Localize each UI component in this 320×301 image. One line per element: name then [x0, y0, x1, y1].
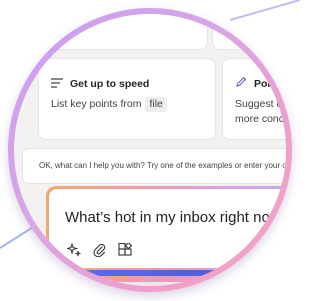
lens-bottom-edge [14, 282, 286, 286]
card-body-text: List key points from [51, 98, 142, 110]
card-title: Polish [254, 78, 286, 90]
hint-bar: OK, what can I help you with? Try one of… [22, 148, 286, 184]
suggestion-card-top-right[interactable] [212, 14, 286, 50]
magnifier-lens: Get up to speed List key points from file… [14, 14, 286, 286]
card-body: List key points from file [51, 97, 167, 112]
suggestion-card-get-up-to-speed[interactable]: Get up to speed List key points from file [38, 58, 216, 140]
card-body-line-2: more concise [235, 113, 286, 125]
composer-input[interactable]: What’s hot in my inbox right now? [49, 189, 286, 268]
file-chip[interactable]: file [145, 97, 167, 112]
apps-grid-icon[interactable] [118, 241, 133, 262]
card-body-line-1: Suggest edits [235, 98, 286, 110]
composer: What’s hot in my inbox right now? [46, 186, 286, 282]
pencil-icon [235, 75, 247, 93]
hint-text: OK, what can I help you with? Try one of… [39, 161, 286, 170]
composer-accent-bar [46, 270, 286, 276]
suggestion-card-polish[interactable]: Polish Suggest edits more concise [222, 58, 286, 140]
card-title-row: Polish [235, 75, 286, 93]
composer-toolbar [65, 241, 133, 262]
sparkle-icon[interactable] [65, 242, 81, 262]
list-lines-icon [51, 75, 63, 93]
paperclip-icon[interactable] [93, 243, 106, 262]
card-title-row: Get up to speed [51, 75, 149, 93]
card-title: Get up to speed [70, 78, 150, 90]
suggestion-card-top-left[interactable] [36, 14, 208, 50]
card-body: Suggest edits more concise [235, 97, 286, 127]
composer-text[interactable]: What’s hot in my inbox right now? [65, 209, 286, 226]
